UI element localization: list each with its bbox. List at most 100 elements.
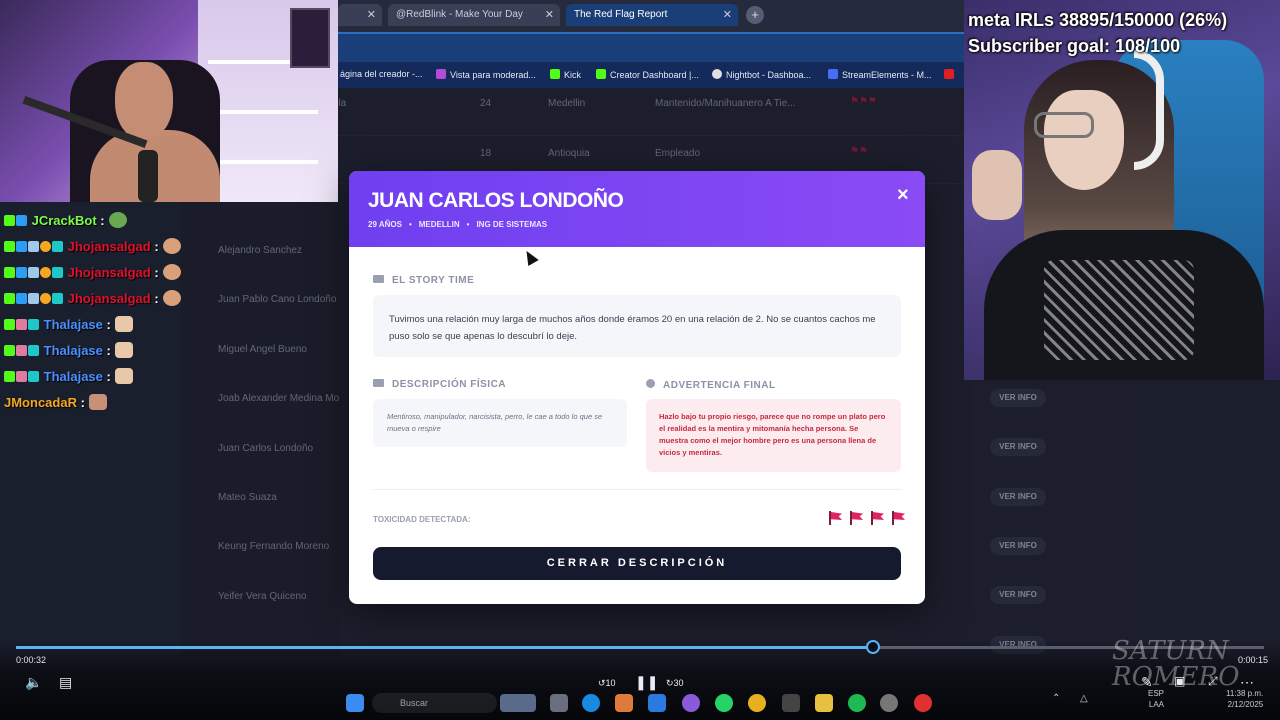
nightbot-icon xyxy=(712,69,722,79)
browser-tab-active[interactable]: The Red Flag Report ✕ xyxy=(566,4,738,26)
windows-start-icon[interactable] xyxy=(346,694,364,712)
bookmark-item[interactable]: Creator Dashboard |... xyxy=(596,69,699,80)
chat-message: Jhojansalgad : xyxy=(4,238,181,258)
toxicity-flags xyxy=(821,511,905,530)
seek-bar[interactable] xyxy=(16,646,1264,649)
elapsed-time: 0:00:32 xyxy=(16,655,47,665)
captions-icon[interactable]: ▤ xyxy=(59,674,72,691)
toxicity-label: TOXICIDAD DETECTADA: xyxy=(373,515,471,524)
emote-icon xyxy=(162,290,181,306)
microphone xyxy=(138,150,158,202)
bot-badge-icon xyxy=(16,215,27,226)
subscriber-goal-text: Subscriber goal: 108/100 xyxy=(968,36,1181,56)
headset xyxy=(1134,50,1164,170)
chat-message: Jhojansalgad : xyxy=(4,264,181,284)
taskbar-search[interactable]: Buscar xyxy=(372,693,497,713)
chat-username: Thalajase xyxy=(43,317,103,332)
task-view-icon[interactable] xyxy=(550,694,568,712)
chat-username: Thalajase xyxy=(43,369,103,384)
pause-button[interactable]: ❚❚ xyxy=(635,674,658,691)
chat-username: Thalajase xyxy=(43,343,103,358)
close-tab-icon[interactable]: ✕ xyxy=(367,8,376,21)
modal-title: JUAN CARLOS LONDOÑO xyxy=(368,189,624,212)
channel-watermark: SATURN ROMERO xyxy=(1112,636,1240,692)
chat-overlay: JCrackBot : Jhojansalgad : Jhojansalgad … xyxy=(0,202,210,422)
chat-message: JMoncadaR : xyxy=(4,394,107,414)
browser-tab-bar: ✕ @RedBlink - Make Your Day ✕ The Red Fl… xyxy=(338,0,964,32)
seek-progress xyxy=(16,646,874,649)
chat-username: Jhojansalgad xyxy=(67,291,151,306)
new-tab-button[interactable]: + xyxy=(746,6,764,24)
bookmark-item[interactable]: Vista para moderad... xyxy=(436,69,536,80)
app-icon[interactable] xyxy=(682,694,700,712)
bookmark-item[interactable]: StreamElements - M... xyxy=(828,69,932,80)
forward-30-button[interactable]: ↻30 xyxy=(666,678,684,689)
mail-icon[interactable] xyxy=(648,694,666,712)
chrome-icon[interactable] xyxy=(748,694,766,712)
emote-icon xyxy=(114,368,133,384)
chat-username: Jhojansalgad xyxy=(67,239,151,254)
logo-poster xyxy=(290,8,330,68)
id-card-icon xyxy=(373,379,384,387)
kick-icon xyxy=(550,69,560,79)
final-warning-text: Hazlo bajo tu propio riesgo, parece que … xyxy=(646,399,901,472)
emote-icon xyxy=(114,316,133,332)
address-bar[interactable] xyxy=(338,32,964,62)
chat-username: JMoncadaR xyxy=(4,395,77,410)
tray-chevron-icon[interactable]: ⌃ xyxy=(1052,693,1060,704)
stream-frame: amilla 24 Medellin Mantenido/Manihuanero… xyxy=(0,0,1280,720)
physical-description-text: Mentiroso, manipulador, narcisista, perr… xyxy=(373,399,627,447)
close-tab-icon[interactable]: ✕ xyxy=(545,8,554,21)
tab-label: @RedBlink - Make Your Day xyxy=(396,9,523,20)
edge-icon[interactable] xyxy=(582,694,600,712)
red-flag-icon xyxy=(871,511,884,525)
spotify-icon[interactable] xyxy=(848,694,866,712)
tab-label: The Red Flag Report xyxy=(574,9,668,20)
chat-message: Thalajase : xyxy=(4,316,133,336)
app-icon[interactable] xyxy=(782,694,800,712)
browser-tab[interactable]: ✕ xyxy=(338,4,382,26)
story-text: Tuvimos una relación muy larga de muchos… xyxy=(373,295,901,357)
emote-icon xyxy=(162,264,181,280)
modal-meta: 29 AÑOS • MEDELLIN • ING DE SISTEMAS xyxy=(368,220,548,229)
network-icon[interactable]: △ xyxy=(1080,693,1088,704)
chat-icon xyxy=(373,275,384,283)
streamer-webcam xyxy=(0,0,338,202)
record-icon[interactable] xyxy=(914,694,932,712)
close-description-button[interactable]: CERRAR DESCRIPCIÓN xyxy=(373,547,901,580)
kick-icon xyxy=(596,69,606,79)
volume-icon[interactable]: 🔈 xyxy=(25,674,42,691)
warning-bubble-icon xyxy=(646,379,655,388)
irl-goal-text: meta IRLs 38895/150000 (26%) xyxy=(968,10,1228,30)
bookmark-item[interactable] xyxy=(944,69,958,80)
bookmark-item[interactable]: Kick xyxy=(550,69,581,80)
folder-icon[interactable] xyxy=(815,694,833,712)
streamelements-icon xyxy=(828,69,838,79)
chat-message: Thalajase : xyxy=(4,368,133,388)
close-icon[interactable]: × xyxy=(897,184,909,207)
red-flag-icon xyxy=(850,511,863,525)
emote-icon xyxy=(88,394,107,410)
physical-description-label: DESCRIPCIÓN FÍSICA xyxy=(373,379,506,390)
guest-webcam xyxy=(964,0,1280,380)
chat-message: Thalajase : xyxy=(4,342,133,362)
kick-badge-icon xyxy=(4,215,15,226)
browser-tab[interactable]: @RedBlink - Make Your Day ✕ xyxy=(388,4,560,26)
widget-icon[interactable] xyxy=(500,694,536,712)
close-tab-icon[interactable]: ✕ xyxy=(723,8,732,21)
whatsapp-icon[interactable] xyxy=(715,694,733,712)
chat-message: JCrackBot : xyxy=(4,212,127,232)
final-warning-label: ADVERTENCIA FINAL xyxy=(646,379,776,391)
red-flag-icon xyxy=(829,511,842,525)
bookmark-item[interactable]: ágina del creador -... xyxy=(340,69,423,79)
glasses xyxy=(1034,112,1094,138)
profile-modal: JUAN CARLOS LONDOÑO 29 AÑOS • MEDELLIN • ING… xyxy=(349,171,925,604)
divider xyxy=(373,489,901,490)
red-flag-icon xyxy=(892,511,905,525)
modal-header: JUAN CARLOS LONDOÑO 29 AÑOS • MEDELLIN • ING… xyxy=(349,171,925,247)
rewind-10-button[interactable]: ↺10 xyxy=(598,678,616,689)
emote-icon xyxy=(114,342,133,358)
settings-icon[interactable] xyxy=(880,694,898,712)
app-icon[interactable] xyxy=(615,694,633,712)
bookmark-item[interactable]: Nightbot - Dashboa... xyxy=(712,69,811,80)
